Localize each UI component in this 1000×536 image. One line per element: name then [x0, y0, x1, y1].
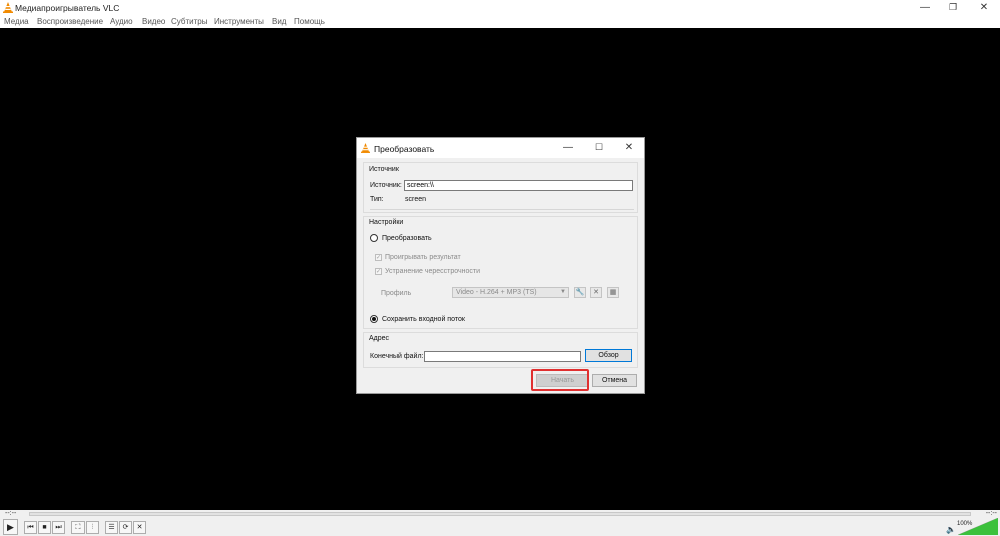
seek-bar-area: --:-- --:-- [0, 510, 1000, 518]
chevron-down-icon: ▼ [560, 289, 566, 295]
profile-select-value: Video - H.264 + MP3 (TS) [456, 289, 537, 296]
shuffle-icon: ✕ [136, 524, 143, 531]
time-elapsed: --:-- [5, 510, 17, 517]
source-group-title: Источник [369, 166, 399, 173]
seek-slider[interactable] [29, 512, 971, 516]
shuffle-button[interactable]: ✕ [133, 521, 146, 534]
maximize-button[interactable]: ❐ [939, 0, 967, 16]
deinterlace-label: Устранение чересстрочности [385, 268, 481, 275]
play-button[interactable]: ▶ [3, 519, 18, 535]
time-total: --:-- [985, 510, 997, 517]
source-divider [370, 209, 634, 210]
equalizer-icon: ⫶ [91, 524, 94, 531]
dump-raw-radio[interactable] [370, 315, 378, 323]
fullscreen-button[interactable]: ⛶ [71, 521, 85, 534]
vlc-cone-icon [361, 143, 370, 153]
browse-button[interactable]: Обзор [585, 349, 632, 362]
profile-select[interactable]: Video - H.264 + MP3 (TS) ▼ [452, 287, 569, 298]
source-group: Источник Источник: screen:\\ Тип: screen [363, 162, 638, 213]
convert-dialog: Преобразовать — ☐ ✕ Источник Источник: s… [356, 137, 645, 394]
fullscreen-icon: ⛶ [75, 524, 81, 531]
deinterlace-checkbox[interactable]: ✓ [375, 268, 382, 275]
playlist-icon: ☰ [108, 524, 115, 531]
menu-help[interactable]: Помощь [294, 17, 325, 26]
source-label: Источник: [370, 182, 402, 189]
dialog-close-icon[interactable]: ✕ [622, 142, 636, 153]
menu-video[interactable]: Видео [142, 17, 165, 26]
grid-icon: ▦ [609, 289, 617, 296]
start-button-highlight [531, 369, 589, 391]
minimize-button[interactable]: — [911, 0, 939, 16]
menu-bar: Медиа Воспроизведение Аудио Видео Субтит… [0, 16, 1000, 28]
window-title: Медиапроигрыватель VLC [15, 3, 120, 13]
play-result-checkbox[interactable]: ✓ [375, 254, 382, 261]
destination-group: Адрес Конечный файл: Обзор [363, 332, 638, 368]
close-button[interactable]: ✕ [970, 0, 998, 16]
loop-icon: ⟳ [122, 524, 129, 531]
player-controls: --:-- --:-- ▶ ⏮ ■ ⏭ ⛶ ⫶ ☰ ⟳ ✕ 🔈 100% [0, 510, 1000, 536]
source-input[interactable]: screen:\\ [404, 180, 633, 191]
type-value: screen [405, 196, 427, 203]
skip-forward-icon: ⏭ [55, 524, 62, 531]
volume-slider[interactable] [958, 518, 998, 535]
stop-icon: ■ [42, 524, 47, 531]
skip-back-icon: ⏮ [27, 524, 34, 531]
speaker-icon[interactable]: 🔈 [946, 525, 956, 534]
previous-button[interactable]: ⏮ [24, 521, 37, 534]
new-profile-button[interactable]: ▦ [607, 287, 619, 298]
destination-file-input[interactable] [424, 351, 581, 362]
settings-group-title: Настройки [369, 219, 404, 226]
extended-settings-button[interactable]: ⫶ [86, 521, 99, 534]
delete-icon: ✕ [593, 289, 599, 296]
stop-button[interactable]: ■ [38, 521, 51, 534]
delete-profile-button[interactable]: ✕ [590, 287, 602, 298]
dialog-title: Преобразовать [374, 144, 435, 154]
edit-profile-button[interactable]: 🔧 [574, 287, 586, 298]
destination-group-title: Адрес [369, 335, 390, 342]
menu-subtitles[interactable]: Субтитры [171, 17, 207, 26]
convert-label: Преобразовать [382, 235, 432, 242]
menu-tools[interactable]: Инструменты [214, 17, 264, 26]
menu-media[interactable]: Медиа [4, 17, 29, 26]
wrench-icon: 🔧 [575, 289, 585, 296]
profile-label: Профиль [381, 290, 412, 297]
dump-raw-label: Сохранить входной поток [382, 316, 465, 323]
convert-radio[interactable] [370, 234, 378, 242]
menu-audio[interactable]: Аудио [110, 17, 133, 26]
type-label: Тип: [370, 196, 384, 203]
vlc-cone-icon [3, 2, 13, 13]
destination-file-label: Конечный файл: [370, 353, 424, 360]
dialog-maximize-icon[interactable]: ☐ [592, 142, 606, 153]
loop-button[interactable]: ⟳ [119, 521, 132, 534]
dialog-title-bar: Преобразовать — ☐ ✕ [357, 138, 644, 158]
cancel-button[interactable]: Отмена [592, 374, 637, 387]
menu-playback[interactable]: Воспроизведение [37, 17, 103, 26]
play-result-label: Проигрывать результат [385, 254, 461, 261]
play-icon: ▶ [7, 522, 14, 532]
dialog-minimize-icon[interactable]: — [561, 142, 575, 153]
menu-view[interactable]: Вид [272, 17, 286, 26]
title-bar: Медиапроигрыватель VLC — ❐ ✕ [0, 0, 1000, 16]
settings-group: Настройки Преобразовать ✓ Проигрывать ре… [363, 216, 638, 329]
next-button[interactable]: ⏭ [52, 521, 65, 534]
playlist-button[interactable]: ☰ [105, 521, 118, 534]
